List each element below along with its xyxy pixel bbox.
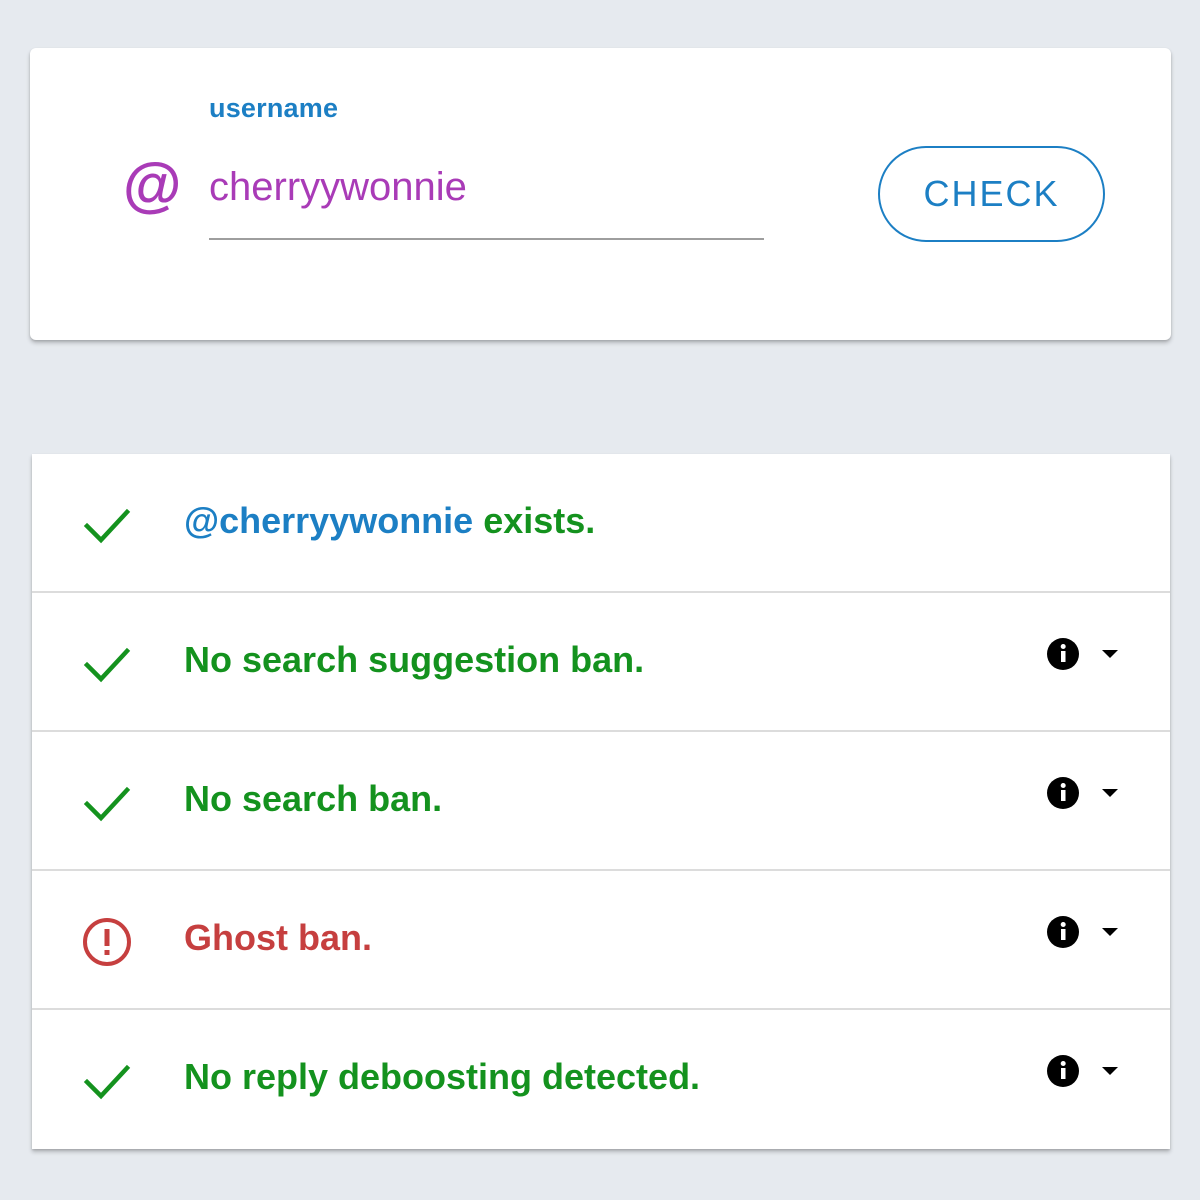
check-icon (83, 647, 131, 683)
result-text: No reply deboosting detected. (184, 1056, 701, 1097)
username-field-label: username (209, 93, 339, 123)
result-row-exists: @cherryywonnie exists. (32, 454, 1170, 593)
info-expand-toggle[interactable] (1042, 633, 1124, 677)
alert-circle-icon (83, 918, 131, 966)
result-text: Ghost ban. (184, 917, 372, 958)
caret-down-icon (1102, 1067, 1118, 1075)
result-text: No search suggestion ban. (184, 639, 645, 680)
caret-down-icon (1102, 789, 1118, 797)
result-text: No search ban. (184, 778, 443, 819)
caret-down-icon (1102, 928, 1118, 936)
result-row-search-suggestion-ban: No search suggestion ban. (32, 593, 1170, 732)
results-card: @cherryywonnie exists. No search suggest… (32, 454, 1170, 1149)
username-input[interactable] (209, 158, 762, 216)
check-button[interactable]: CHECK (878, 146, 1105, 242)
result-text: @cherryywonnie exists. (184, 500, 595, 542)
check-icon (83, 786, 131, 822)
result-message: exists. (473, 500, 596, 541)
check-icon (83, 508, 131, 544)
caret-down-icon (1102, 650, 1118, 658)
info-expand-toggle[interactable] (1042, 772, 1124, 816)
result-row-search-ban: No search ban. (32, 732, 1170, 871)
result-row-ghost-ban: Ghost ban. (32, 871, 1170, 1010)
at-sign-icon: @ (122, 152, 181, 219)
info-expand-toggle[interactable] (1042, 911, 1124, 955)
input-underline (209, 238, 764, 240)
username-search-card: username @ CHECK (30, 48, 1171, 340)
info-icon (1047, 777, 1079, 809)
username-handle: @cherryywonnie (184, 500, 474, 541)
info-icon (1047, 638, 1079, 670)
result-row-reply-deboosting: No reply deboosting detected. (32, 1010, 1170, 1149)
info-icon (1047, 1055, 1079, 1087)
info-expand-toggle[interactable] (1042, 1050, 1124, 1094)
info-icon (1047, 916, 1079, 948)
check-icon (83, 1064, 131, 1100)
